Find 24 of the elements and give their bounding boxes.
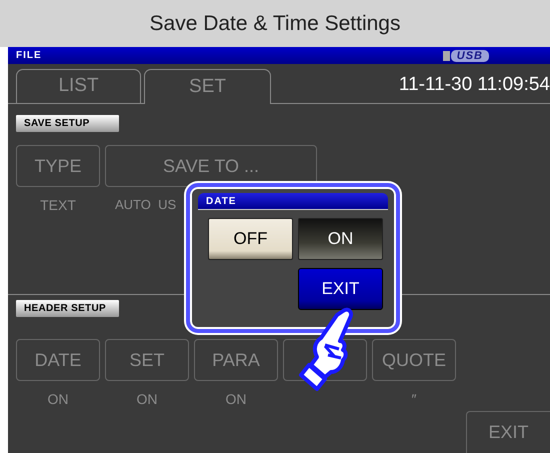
exit-button[interactable]: EXIT [466,411,550,453]
section-heading: HEADER SETUP [16,300,119,317]
setting-value: AUTO US [114,196,176,214]
setting-button[interactable]: DATE [16,339,100,381]
setting-button[interactable]: QUOTE [372,339,456,381]
screen-title: FILE [16,49,42,63]
tab[interactable]: SET [144,69,271,104]
setting-button[interactable]: SET [105,339,189,381]
date-time: 11-11-30 11:09:54 [398,72,550,96]
option-button[interactable]: ON [298,218,383,260]
setting-value: TEXT [39,196,77,215]
exit-button[interactable]: EXIT [298,268,383,310]
option-button[interactable]: OFF [208,218,293,260]
setting-value: ON [46,390,70,409]
usb-indicator: USB [450,50,489,62]
setting-value: ON [224,390,248,409]
page-title: Save Date & Time Settings [0,0,550,47]
setting-value: ON [136,390,158,409]
tab[interactable]: LIST [16,69,141,103]
setting-button[interactable]: TYPE [16,145,100,187]
setting-button[interactable]: PARA [194,339,278,381]
dialog-title: DATE [198,193,388,210]
section-heading: SAVE SETUP [16,115,119,132]
setting-value: ″ [410,390,418,409]
